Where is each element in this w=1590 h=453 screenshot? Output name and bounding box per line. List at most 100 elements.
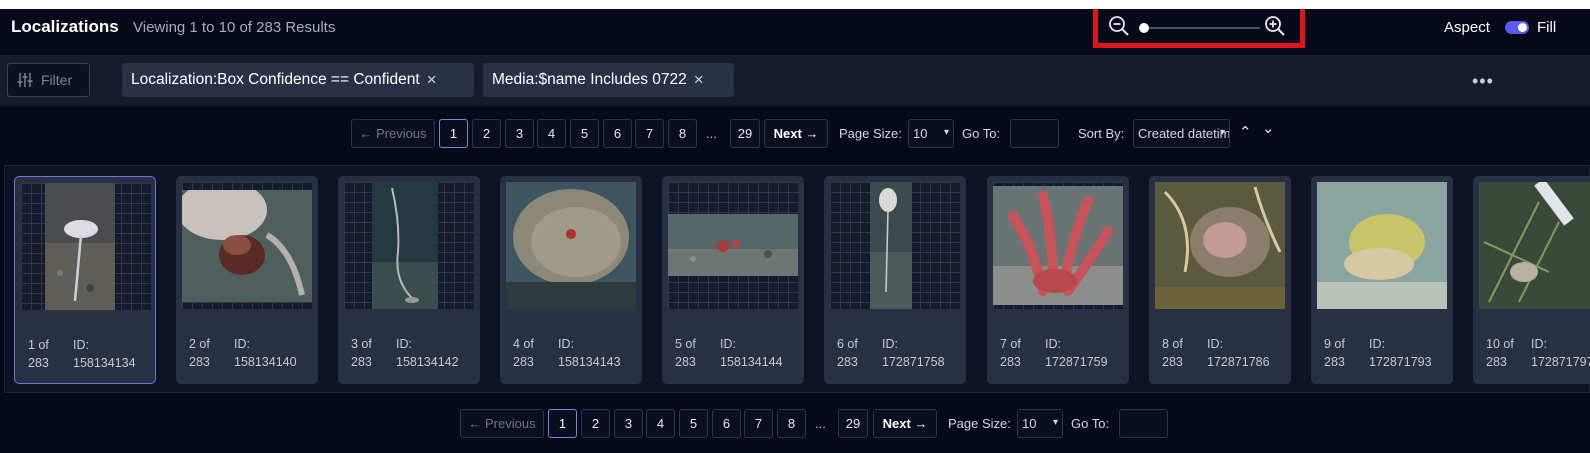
zoom-slider-thumb[interactable] bbox=[1138, 23, 1149, 33]
previous-page-button[interactable]: ← Previous bbox=[351, 119, 435, 148]
thumbnail-image bbox=[1155, 182, 1285, 309]
card-index: 3 of 283 bbox=[351, 337, 372, 369]
thumbnail-image bbox=[668, 214, 798, 276]
page-button-1[interactable]: 1 bbox=[548, 409, 577, 438]
page-ellipsis: ... bbox=[706, 126, 717, 141]
page-size-label: Page Size: bbox=[948, 416, 1011, 431]
zoom-slider-track[interactable] bbox=[1140, 27, 1260, 29]
pagination-bottom: ← Previous 1 2 3 4 5 6 7 8 ... 29 Next →… bbox=[460, 409, 1180, 439]
sort-label: Sort By: bbox=[1078, 126, 1125, 141]
thumbnail-image bbox=[372, 182, 438, 309]
page-button-2[interactable]: 2 bbox=[472, 119, 501, 148]
page-size-label: Page Size: bbox=[839, 126, 902, 141]
filter-button-label: Filter bbox=[41, 72, 73, 88]
chip-label: Localization:Box Confidence == Confident bbox=[131, 71, 420, 88]
card-id: ID: 158134143 bbox=[558, 337, 621, 369]
chevron-down-icon: ▾ bbox=[1052, 417, 1058, 428]
thumbnail-image bbox=[1479, 182, 1590, 309]
thumbnail bbox=[993, 182, 1123, 309]
thumbnail-image bbox=[506, 182, 636, 309]
gallery-card[interactable]: 10 of 283 ID: 172871797 bbox=[1473, 176, 1590, 384]
thumbnail bbox=[1479, 182, 1590, 309]
chip-remove-icon[interactable]: × bbox=[427, 70, 437, 90]
gallery-card[interactable]: 8 of 283 ID: 172871786 bbox=[1149, 176, 1291, 384]
card-id: ID: 158134144 bbox=[720, 337, 783, 369]
fill-label: Fill bbox=[1537, 19, 1557, 36]
goto-label: Go To: bbox=[962, 126, 1001, 141]
gallery-card[interactable]: 3 of 283 ID: 158134142 bbox=[338, 176, 480, 384]
sort-descending-icon[interactable]: ⌄ bbox=[1262, 119, 1275, 137]
zoom-out-icon[interactable] bbox=[1108, 15, 1130, 37]
card-index: 2 of 283 bbox=[189, 337, 210, 369]
thumbnail-image bbox=[1317, 182, 1447, 309]
filter-button[interactable]: Filter bbox=[7, 63, 90, 97]
gallery-card[interactable]: 4 of 283 ID: 158134143 bbox=[500, 176, 642, 384]
page-button-7[interactable]: 7 bbox=[744, 409, 773, 438]
thumbnail bbox=[668, 182, 798, 309]
filter-chip-media-name: Media:$name Includes 0722 × bbox=[483, 63, 734, 97]
page-button-8[interactable]: 8 bbox=[777, 409, 806, 438]
card-id: ID: 158134140 bbox=[234, 337, 297, 369]
gallery-card[interactable]: 6 of 283 ID: 172871758 bbox=[824, 176, 966, 384]
thumbnail bbox=[182, 182, 312, 309]
thumbnail bbox=[344, 182, 474, 309]
thumbnail bbox=[506, 182, 636, 309]
page-button-last[interactable]: 29 bbox=[838, 409, 868, 438]
gallery-card[interactable]: 5 of 283 ID: 158134144 bbox=[662, 176, 804, 384]
goto-input[interactable] bbox=[1010, 119, 1059, 148]
page-size-value: 10 bbox=[913, 126, 928, 141]
card-id: ID: 172871793 bbox=[1369, 337, 1432, 369]
chip-label: Media:$name Includes 0722 bbox=[492, 71, 687, 88]
sliders-icon bbox=[17, 73, 33, 87]
thumbnail-image bbox=[45, 183, 115, 310]
page-button-2[interactable]: 2 bbox=[581, 409, 610, 438]
page-button-6[interactable]: 6 bbox=[712, 409, 741, 438]
toggle-knob bbox=[1518, 23, 1527, 32]
thumbnail-image bbox=[182, 190, 312, 302]
thumbnail bbox=[1155, 182, 1285, 309]
gallery-card[interactable]: 1 of 283 ID: 158134134 bbox=[14, 176, 156, 384]
page-button-1[interactable]: 1 bbox=[439, 119, 468, 148]
card-index: 10 of 283 bbox=[1486, 337, 1514, 369]
card-index: 1 of 283 bbox=[28, 338, 49, 370]
next-page-button[interactable]: Next → bbox=[764, 119, 828, 148]
card-id: ID: 158134142 bbox=[396, 337, 459, 369]
previous-page-button[interactable]: ← Previous bbox=[460, 409, 544, 438]
card-id: ID: 172871758 bbox=[882, 337, 945, 369]
thumbnail bbox=[830, 182, 960, 309]
sort-select[interactable]: Created datetime ▾ bbox=[1133, 119, 1230, 148]
results-summary: Viewing 1 to 10 of 283 Results bbox=[133, 19, 336, 36]
card-index: 8 of 283 bbox=[1162, 337, 1183, 369]
page-button-4[interactable]: 4 bbox=[537, 119, 566, 148]
page-size-select[interactable]: 10 ▾ bbox=[1017, 409, 1063, 438]
gallery-card[interactable]: 9 of 283 ID: 172871793 bbox=[1311, 176, 1453, 384]
page-button-4[interactable]: 4 bbox=[646, 409, 675, 438]
chip-remove-icon[interactable]: × bbox=[694, 70, 704, 90]
card-id: ID: 172871797 bbox=[1531, 337, 1590, 369]
page-button-3[interactable]: 3 bbox=[505, 119, 534, 148]
gallery-card[interactable]: 7 of 283 ID: 172871759 bbox=[987, 176, 1129, 384]
filter-bar: Filter Localization:Box Confidence == Co… bbox=[0, 55, 1590, 106]
page-button-7[interactable]: 7 bbox=[635, 119, 664, 148]
page-button-6[interactable]: 6 bbox=[603, 119, 632, 148]
goto-label: Go To: bbox=[1071, 416, 1110, 431]
aspect-fill-toggle[interactable] bbox=[1505, 21, 1529, 34]
page-size-select[interactable]: 10 ▾ bbox=[908, 119, 954, 148]
page-button-5[interactable]: 5 bbox=[570, 119, 599, 148]
zoom-in-icon[interactable] bbox=[1264, 15, 1286, 37]
card-id: ID: 158134134 bbox=[73, 338, 136, 370]
page-button-last[interactable]: 29 bbox=[730, 119, 760, 148]
next-page-button[interactable]: Next → bbox=[873, 409, 937, 438]
sort-ascending-icon[interactable]: ⌃ bbox=[1239, 123, 1252, 141]
app-window: Localizations Viewing 1 to 10 of 283 Res… bbox=[0, 9, 1590, 453]
localization-gallery: 1 of 283 ID: 158134134 2 of 283 ID: 1581… bbox=[4, 165, 1590, 393]
more-options-icon[interactable]: ••• bbox=[1472, 71, 1494, 92]
chevron-down-icon: ▾ bbox=[943, 127, 949, 138]
page-button-3[interactable]: 3 bbox=[614, 409, 643, 438]
goto-input[interactable] bbox=[1119, 409, 1168, 438]
page-button-5[interactable]: 5 bbox=[679, 409, 708, 438]
thumbnail-image bbox=[870, 182, 912, 309]
page-button-8[interactable]: 8 bbox=[668, 119, 697, 148]
pagination-top: ← Previous 1 2 3 4 5 6 7 8 ... 29 Next →… bbox=[351, 119, 1059, 149]
gallery-card[interactable]: 2 of 283 ID: 158134140 bbox=[176, 176, 318, 384]
